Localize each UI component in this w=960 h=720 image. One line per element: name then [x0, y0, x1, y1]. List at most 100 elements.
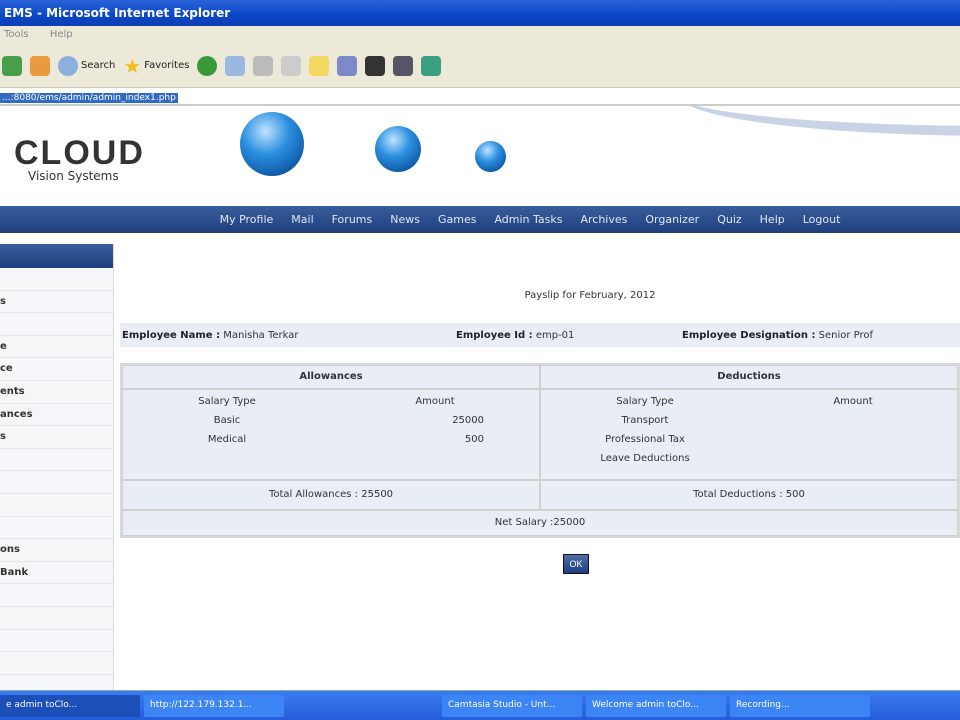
- nav-archives[interactable]: Archives: [580, 213, 627, 226]
- col-amount: Amount: [833, 396, 873, 407]
- employee-info-row: Employee Name : Manisha Terkar Employee …: [120, 323, 960, 347]
- edit-icon[interactable]: [281, 55, 302, 76]
- menu-help[interactable]: Help: [50, 29, 73, 40]
- sidebar-item[interactable]: e: [0, 336, 113, 359]
- logo-tagline: Vision Systems: [28, 169, 119, 183]
- sidebar-item[interactable]: Bank: [0, 562, 113, 585]
- refresh-icon[interactable]: [2, 55, 22, 76]
- taskbar-item[interactable]: Camtasia Studio - Unt...: [442, 694, 582, 717]
- deduction-type: Transport: [621, 415, 669, 426]
- deduction-amount: [749, 415, 957, 431]
- allowance-type: Medical: [207, 434, 247, 445]
- address-input[interactable]: ...:8080/ems/admin/admin_index1.php: [0, 93, 178, 103]
- nav-organizer[interactable]: Organizer: [645, 213, 699, 226]
- main-nav: My Profile Mail Forums News Games Admin …: [0, 206, 960, 233]
- deduction-type: Leave Deductions: [600, 453, 690, 464]
- taskbar-item[interactable]: e admin toClo...: [0, 694, 140, 717]
- payslip-table: Allowances Deductions Salary Type Amount …: [120, 363, 960, 538]
- sidebar-item[interactable]: [0, 584, 113, 607]
- home-icon[interactable]: [30, 55, 50, 76]
- deduction-type: Professional Tax: [605, 434, 685, 445]
- sidebar-item[interactable]: [0, 517, 113, 540]
- nav-logout[interactable]: Logout: [803, 213, 841, 226]
- print-icon[interactable]: [253, 55, 274, 76]
- star-icon: ★: [123, 53, 142, 78]
- search-label: Search: [81, 60, 116, 71]
- nav-forums[interactable]: Forums: [332, 213, 373, 226]
- messenger-icon[interactable]: [337, 55, 358, 76]
- nav-my-profile[interactable]: My Profile: [220, 213, 274, 226]
- sidebar-item[interactable]: s: [0, 426, 113, 449]
- taskbar-item[interactable]: http://122.179.132.1...: [144, 694, 284, 717]
- window-title: EMS - Microsoft Internet Explorer: [4, 6, 231, 20]
- sidebar-item[interactable]: [0, 494, 113, 517]
- nav-mail[interactable]: Mail: [291, 213, 313, 226]
- employee-id: emp-01: [535, 329, 575, 341]
- sidebar-item[interactable]: [0, 313, 113, 336]
- taskbar: e admin toClo... http://122.179.132.1...…: [0, 690, 960, 720]
- address-bar[interactable]: ...:8080/ems/admin/admin_index1.php: [0, 88, 960, 106]
- sidebar-header: [0, 244, 113, 268]
- browser-toolbar: Search ★ Favorites: [0, 44, 960, 88]
- nav-admin-tasks[interactable]: Admin Tasks: [494, 213, 562, 226]
- net-salary: Net Salary :25000: [122, 510, 958, 536]
- decor-sphere: [475, 141, 506, 172]
- payslip-title: Payslip for February, 2012: [524, 290, 656, 301]
- sidebar: s e ce ents ances s ons Bank: [0, 244, 114, 720]
- allowance-amount: 25000: [452, 415, 484, 426]
- taskbar-item[interactable]: Recording...: [730, 694, 870, 717]
- sidebar-item[interactable]: ances: [0, 404, 113, 427]
- allowances-header: Allowances: [122, 365, 540, 389]
- search-icon: [58, 55, 78, 76]
- menu-bar: Tools Help: [0, 26, 960, 44]
- decor-sphere: [240, 112, 304, 176]
- col-salary-type: Salary Type: [616, 396, 674, 407]
- sidebar-item[interactable]: ce: [0, 358, 113, 381]
- taskbar-item[interactable]: Welcome admin toClo...: [586, 694, 726, 717]
- col-salary-type: Salary Type: [198, 396, 256, 407]
- total-allowances: Total Allowances : 25500: [122, 480, 540, 510]
- payslip-panel: Payslip for February, 2012 Employee Name…: [120, 244, 960, 574]
- employee-name: Manisha Terkar: [223, 329, 299, 341]
- employee-designation-label: Employee Designation :: [682, 329, 816, 341]
- allowances-list: Salary Type Amount Basic 25000 Medical 500: [123, 390, 539, 460]
- sidebar-item[interactable]: [0, 268, 113, 291]
- research-icon[interactable]: [365, 55, 386, 76]
- allowance-type: Basic: [213, 415, 241, 426]
- deductions-list: Salary Type Amount Transport Professional…: [541, 390, 957, 479]
- mail-icon[interactable]: [225, 55, 246, 76]
- ok-button[interactable]: OK: [563, 554, 589, 574]
- history-icon[interactable]: [197, 55, 218, 76]
- search-button[interactable]: Search: [58, 55, 116, 76]
- menu-tools[interactable]: Tools: [4, 29, 29, 40]
- nav-news[interactable]: News: [390, 213, 420, 226]
- sidebar-item[interactable]: [0, 471, 113, 494]
- total-deductions: Total Deductions : 500: [540, 480, 958, 510]
- employee-id-label: Employee Id :: [456, 329, 533, 341]
- window-title-bar: EMS - Microsoft Internet Explorer: [0, 0, 960, 26]
- network-icon[interactable]: [421, 55, 442, 76]
- col-amount: Amount: [415, 396, 455, 407]
- employee-name-label: Employee Name :: [122, 329, 221, 341]
- sidebar-item[interactable]: s: [0, 291, 113, 314]
- sidebar-item[interactable]: [0, 652, 113, 675]
- tool-icon[interactable]: [393, 55, 414, 76]
- nav-help[interactable]: Help: [760, 213, 785, 226]
- sidebar-item[interactable]: [0, 630, 113, 653]
- decor-sphere: [375, 126, 421, 172]
- nav-quiz[interactable]: Quiz: [717, 213, 741, 226]
- employee-designation: Senior Prof: [818, 329, 874, 341]
- logo: CLOUD: [14, 134, 145, 172]
- sidebar-item[interactable]: ents: [0, 381, 113, 404]
- deductions-header: Deductions: [540, 365, 958, 389]
- notes-icon[interactable]: [309, 55, 330, 76]
- site-header: CLOUD Vision Systems: [0, 106, 960, 204]
- header-swoosh: [680, 106, 960, 136]
- sidebar-item[interactable]: [0, 449, 113, 472]
- sidebar-item[interactable]: [0, 607, 113, 630]
- nav-games[interactable]: Games: [438, 213, 476, 226]
- favorites-label: Favorites: [144, 60, 190, 71]
- favorites-button[interactable]: ★ Favorites: [123, 54, 189, 78]
- allowance-amount: 500: [464, 434, 484, 445]
- sidebar-item[interactable]: ons: [0, 539, 113, 562]
